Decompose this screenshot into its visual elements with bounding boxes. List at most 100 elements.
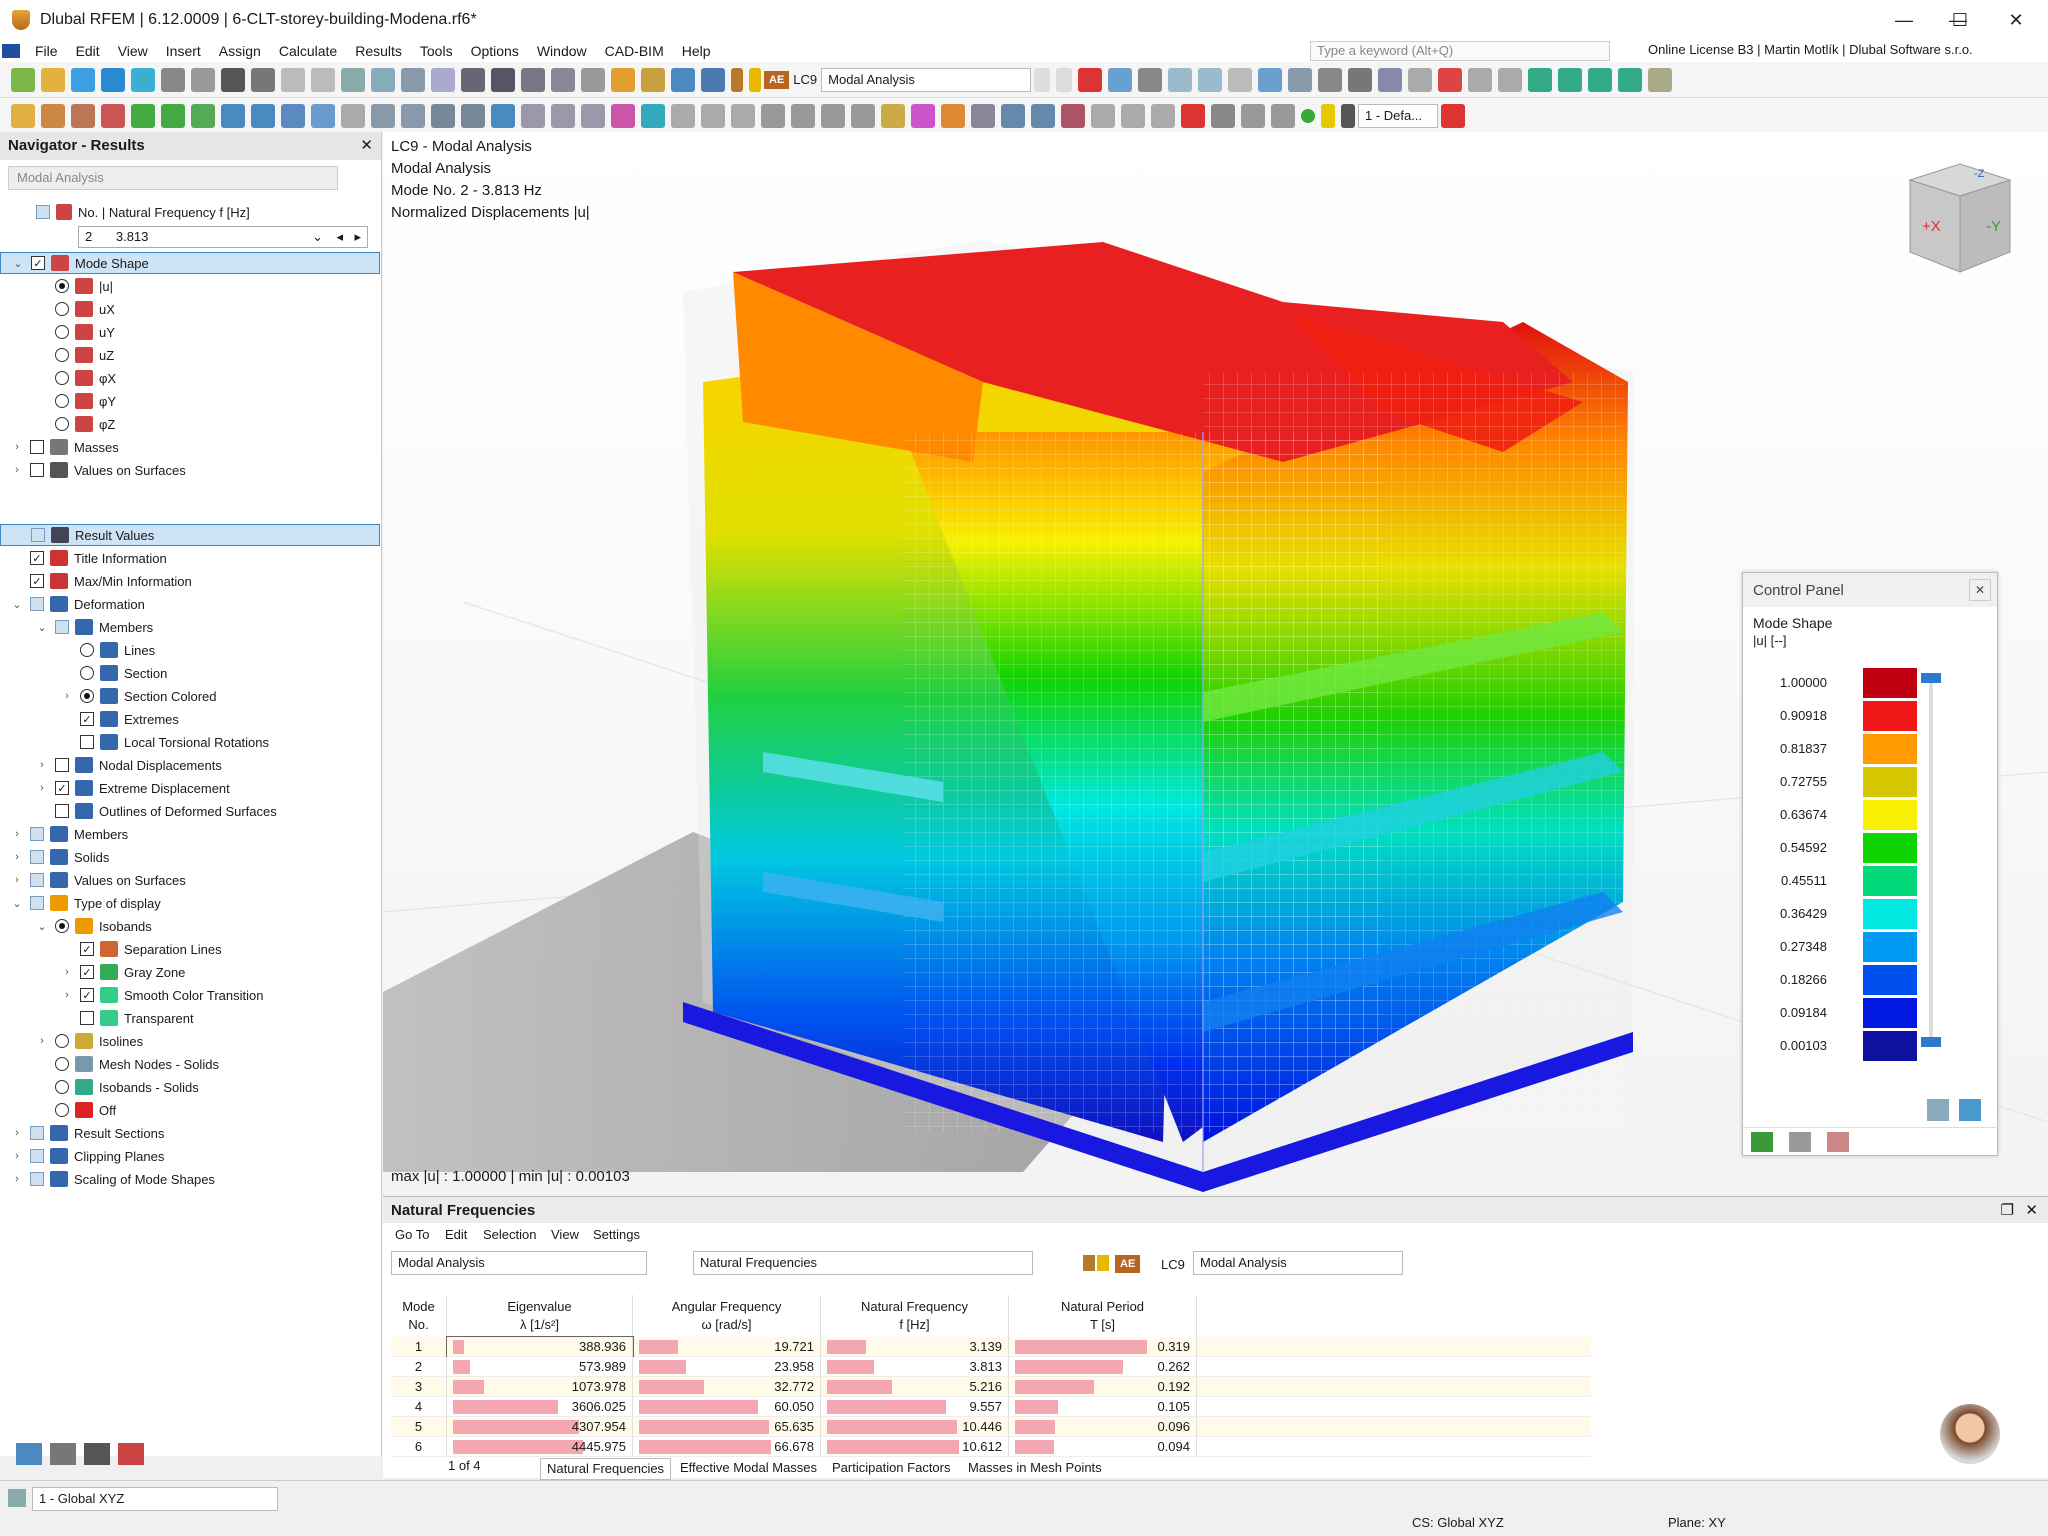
radio-button[interactable] [55, 1080, 69, 1094]
table-menu-edit[interactable]: Edit [445, 1227, 467, 1242]
brush-icon[interactable] [911, 103, 935, 128]
nav-item[interactable]: › Result Sections [10, 1122, 164, 1144]
nav-item[interactable]: › Members [10, 823, 128, 845]
perspective-icon[interactable] [1648, 67, 1673, 92]
chevron-right-icon[interactable]: › [35, 759, 49, 771]
cell-t[interactable]: 0.319 [1009, 1337, 1197, 1357]
export-icon[interactable] [1927, 1099, 1949, 1121]
view-icon[interactable] [1468, 67, 1493, 92]
radio-button[interactable] [55, 1103, 69, 1117]
target-icon[interactable] [1031, 103, 1055, 128]
checkbox[interactable] [55, 620, 69, 634]
new-icon[interactable] [11, 67, 35, 92]
minimize-button[interactable]: — [1876, 0, 1932, 40]
nav-item[interactable]: › Solids [10, 846, 109, 868]
nav-item[interactable]: ✓ Max/Min Information [10, 570, 192, 592]
animation-icon[interactable] [1378, 67, 1403, 92]
solid-icon[interactable] [251, 103, 275, 128]
checkbox[interactable] [30, 440, 44, 454]
dimension-icon[interactable] [401, 67, 425, 92]
checkbox[interactable]: ✓ [30, 551, 44, 565]
nav-item[interactable]: › Values on Surfaces [10, 869, 186, 891]
radio-button[interactable] [55, 302, 69, 316]
surface-icon[interactable] [221, 103, 245, 128]
cell-t[interactable]: 0.262 [1009, 1357, 1197, 1377]
cross-icon[interactable] [1181, 103, 1205, 128]
pin-icon[interactable] [1441, 103, 1465, 128]
cell-t[interactable]: 0.096 [1009, 1417, 1197, 1437]
legend-slider-top-handle[interactable] [1921, 673, 1941, 683]
symmetry-icon[interactable] [1151, 103, 1175, 128]
chevron-right-icon[interactable]: › [10, 1127, 24, 1139]
nav-item[interactable]: › Scaling of Mode Shapes [10, 1168, 215, 1190]
filter-icon[interactable] [1198, 67, 1223, 92]
cell-ev[interactable]: 388.936 [446, 1336, 634, 1358]
axis-y-icon[interactable] [1558, 67, 1583, 92]
cell-ev[interactable]: 1073.978 [447, 1377, 633, 1397]
link-icon[interactable] [1091, 103, 1115, 128]
chevron-right-icon[interactable]: › [35, 1035, 49, 1047]
tools-tab-icon[interactable] [1827, 1132, 1849, 1152]
nav-item[interactable]: › Masses [10, 436, 119, 458]
checkbox[interactable] [55, 758, 69, 772]
close-icon[interactable]: ✕ [2025, 1201, 2038, 1219]
cell-ev[interactable]: 3606.025 [447, 1397, 633, 1417]
checkbox[interactable] [30, 597, 44, 611]
nav-item[interactable]: Transparent [60, 1007, 194, 1029]
values-icon[interactable] [1138, 67, 1163, 92]
display-tab-icon[interactable] [50, 1443, 76, 1465]
radio-button[interactable] [55, 348, 69, 362]
cell-ev[interactable]: 573.989 [447, 1357, 633, 1377]
coordinate-system-combo[interactable]: 1 - Global XYZ [32, 1487, 278, 1511]
cell-ev[interactable]: 4307.954 [447, 1417, 633, 1437]
nav-item[interactable]: › ✓ Smooth Color Transition [60, 984, 263, 1006]
cell-w[interactable]: 32.772 [633, 1377, 821, 1397]
close-icon[interactable]: ✕ [360, 136, 373, 154]
radio-button[interactable] [55, 325, 69, 339]
nav-item[interactable]: › Section Colored [60, 685, 217, 707]
load-case-combo[interactable]: Modal Analysis [821, 67, 1032, 92]
chevron-right-icon[interactable]: › [10, 1150, 24, 1162]
nav-item[interactable]: φZ [35, 413, 115, 435]
menu-file[interactable]: File [26, 43, 67, 59]
unlink-icon[interactable] [1121, 103, 1145, 128]
nav-item[interactable]: ⌄ ✓ Mode Shape [0, 252, 380, 274]
results-tab-icon[interactable] [118, 1443, 144, 1465]
nav-item[interactable]: Off [35, 1099, 116, 1121]
cell-f[interactable]: 10.612 [821, 1437, 1009, 1457]
checkbox[interactable] [31, 528, 45, 542]
opening-icon[interactable] [281, 103, 305, 128]
radio-button[interactable] [55, 1034, 69, 1048]
navigator-icon[interactable] [431, 67, 455, 92]
checkbox[interactable] [30, 896, 44, 910]
snap-icon[interactable] [401, 103, 425, 128]
cs-icon[interactable] [8, 1489, 26, 1507]
lock-icon[interactable] [1341, 103, 1355, 128]
mesh-icon[interactable] [371, 103, 395, 128]
nav-item[interactable]: › ✓ Gray Zone [60, 961, 185, 983]
table-icon[interactable] [341, 67, 365, 92]
stack-icon[interactable] [821, 103, 845, 128]
radio-button[interactable] [80, 666, 94, 680]
cell-w[interactable]: 65.635 [633, 1417, 821, 1437]
chevron-right-icon[interactable]: › [10, 441, 24, 453]
support-icon[interactable] [131, 103, 155, 128]
menu-options[interactable]: Options [462, 43, 528, 59]
section-icon[interactable] [1228, 67, 1253, 92]
table-view-icon[interactable] [971, 103, 995, 128]
checkbox[interactable] [30, 873, 44, 887]
nav-item[interactable]: φX [35, 367, 116, 389]
nav-item[interactable]: Mesh Nodes - Solids [35, 1053, 219, 1075]
checkbox[interactable] [30, 827, 44, 841]
checkbox[interactable] [36, 205, 50, 219]
assistant-avatar[interactable] [1940, 1404, 2000, 1464]
nav-item[interactable]: › Isolines [35, 1030, 143, 1052]
menu-help[interactable]: Help [673, 43, 720, 59]
chevron-down-icon[interactable]: ⌄ [35, 621, 49, 634]
cell-f[interactable]: 3.139 [821, 1337, 1009, 1357]
chevron-right-icon[interactable]: › [60, 966, 74, 978]
window-icon[interactable] [1348, 67, 1373, 92]
chevron-right-icon[interactable]: › [60, 690, 74, 702]
chevron-right-icon[interactable]: › [10, 1173, 24, 1185]
print-icon[interactable] [221, 67, 245, 92]
